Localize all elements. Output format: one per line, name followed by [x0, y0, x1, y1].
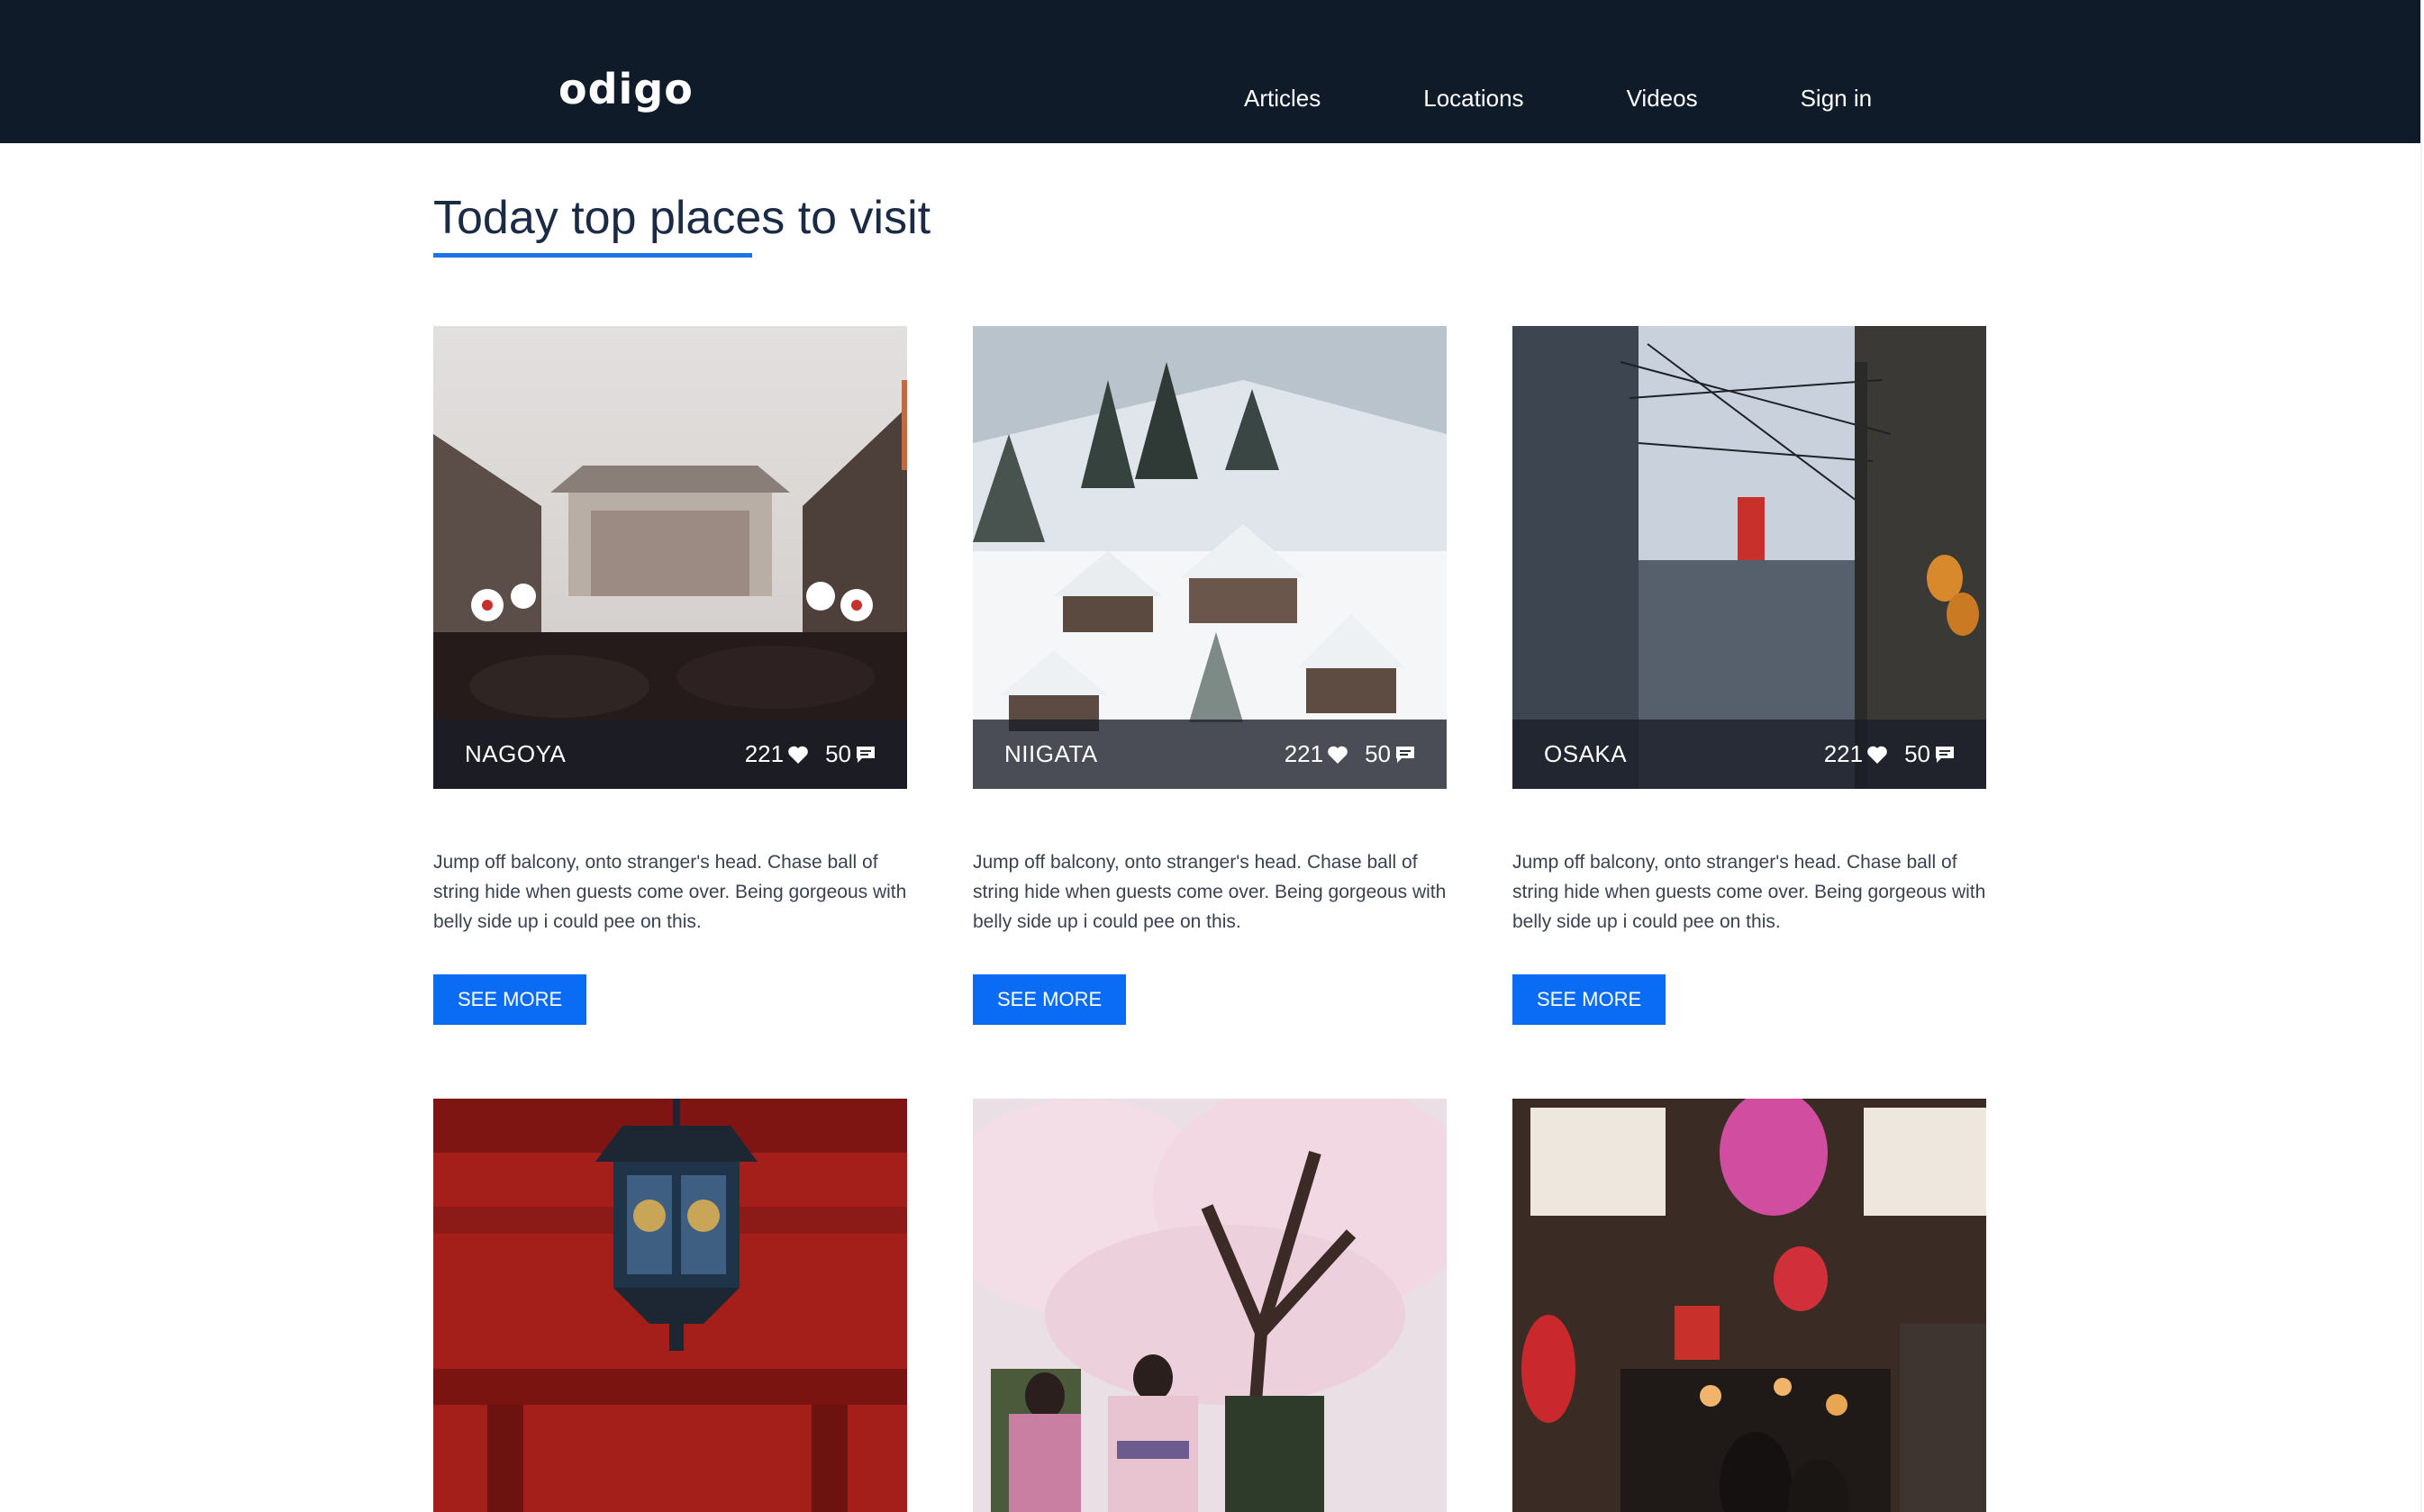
page: odigo Articles Locations Videos Sign in … — [0, 0, 2422, 1512]
comment-icon — [857, 746, 875, 763]
place-card — [973, 1099, 1447, 1512]
lantern-photo — [433, 1099, 907, 1512]
card-image[interactable]: NIIGATA 221 50 — [973, 326, 1447, 789]
heart-icon — [1867, 746, 1887, 764]
place-card: OSAKA 221 50 Jump off balcony, onto stra… — [1512, 326, 1986, 1025]
city-name: OSAKA — [1544, 740, 1628, 767]
izakaya-alley-photo — [1512, 1099, 1986, 1512]
comments-count[interactable]: 50 — [1365, 740, 1416, 768]
card-stats: 221 50 — [745, 740, 876, 768]
city-name: NIIGATA — [1004, 740, 1098, 767]
comments-count[interactable]: 50 — [825, 740, 876, 768]
card-description: Jump off balcony, onto stranger's head. … — [1512, 852, 1986, 932]
card-description: Jump off balcony, onto stranger's head. … — [433, 852, 907, 932]
likes-value: 221 — [1823, 740, 1864, 767]
city-name: NAGOYA — [465, 740, 567, 767]
comments-value: 50 — [825, 740, 851, 767]
nav-videos[interactable]: Videos — [1627, 86, 1698, 110]
card-image[interactable] — [1512, 1099, 1986, 1512]
likes-value: 221 — [744, 740, 785, 767]
likes-count[interactable]: 221 — [745, 740, 809, 768]
heart-icon — [788, 746, 808, 764]
see-more-button[interactable]: SEE MORE — [973, 974, 1127, 1025]
place-card: NIIGATA 221 50 Jump off balcony, onto st… — [973, 326, 1447, 1025]
heart-icon — [1328, 746, 1348, 764]
place-card: NAGOYA 221 50 Jump off balcony, onto str… — [433, 326, 907, 1025]
comments-value: 50 — [1904, 740, 1930, 767]
card-stats: 221 50 — [1824, 740, 1956, 768]
card-image[interactable] — [973, 1099, 1447, 1512]
logo[interactable]: odigo — [558, 68, 694, 110]
see-more-button[interactable]: SEE MORE — [433, 974, 587, 1025]
top-navbar: odigo Articles Locations Videos Sign in — [0, 0, 2422, 143]
comments-value: 50 — [1365, 740, 1391, 767]
place-card — [1512, 1099, 1986, 1512]
card-caption-bar: OSAKA 221 50 — [1512, 720, 1986, 789]
comments-count[interactable]: 50 — [1904, 740, 1956, 768]
places-grid: NAGOYA 221 50 Jump off balcony, onto str… — [433, 326, 1988, 1512]
card-image[interactable]: NAGOYA 221 50 — [433, 326, 907, 789]
page-title: Today top places to visit — [433, 192, 931, 244]
likes-value: 221 — [1284, 740, 1324, 767]
likes-count[interactable]: 221 — [1824, 740, 1888, 768]
place-card — [433, 1099, 907, 1512]
likes-count[interactable]: 221 — [1285, 740, 1348, 768]
comment-icon — [1936, 746, 1954, 763]
card-caption-bar: NIIGATA 221 50 — [973, 720, 1447, 789]
nav-articles[interactable]: Articles — [1244, 86, 1321, 110]
main-nav: Articles Locations Videos Sign in — [1244, 86, 1872, 110]
card-image[interactable] — [433, 1099, 907, 1512]
card-stats: 221 50 — [1285, 740, 1416, 768]
comment-icon — [1396, 746, 1414, 763]
cherry-blossom-photo — [973, 1099, 1447, 1512]
card-caption-bar: NAGOYA 221 50 — [433, 720, 907, 789]
see-more-button[interactable]: SEE MORE — [1512, 974, 1666, 1025]
nav-locations[interactable]: Locations — [1423, 86, 1523, 110]
card-description: Jump off balcony, onto stranger's head. … — [973, 852, 1447, 932]
nav-sign-in[interactable]: Sign in — [1801, 86, 1873, 110]
card-image[interactable]: OSAKA 221 50 — [1512, 326, 1986, 789]
title-underline — [433, 253, 752, 258]
scrollbar-gutter — [2420, 0, 2422, 1512]
